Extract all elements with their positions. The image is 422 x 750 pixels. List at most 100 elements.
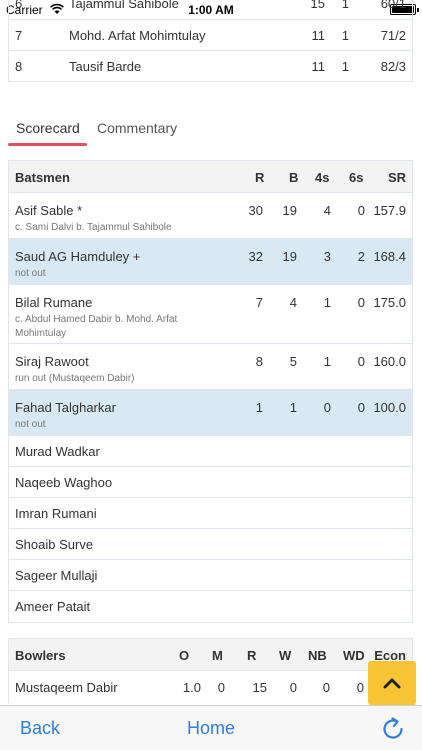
batsman-name: Murad Wadkar: [15, 444, 100, 459]
header-maidens: M: [212, 648, 223, 663]
bowler-overs: 1.0: [182, 680, 201, 695]
fow-player: Tajammul Sahibole: [69, 0, 179, 11]
batsman-name: Ameer Patait: [15, 599, 91, 614]
home-button-wrapper: Home: [0, 718, 422, 739]
batsman-row[interactable]: Siraj Rawoot run out (Mustaqeem Dabir) 8…: [9, 344, 412, 390]
batsman-balls: 5: [289, 354, 297, 369]
batsman-strike-rate: 175.0: [373, 295, 406, 310]
active-tab-indicator: [8, 143, 87, 146]
table-row: 6 Tajammul Sahibole 15 1 60/1: [9, 0, 412, 20]
batsman-row[interactable]: Fahad Talgharkar not out 1 1 0 0 100.0: [9, 390, 412, 436]
batsman-name: Sageer Mullaji: [15, 568, 98, 583]
bowler-runs: 15: [252, 680, 267, 695]
batsman-sixes: 0: [357, 400, 365, 415]
fow-wicket: 1: [341, 0, 349, 11]
header-runs: R: [255, 170, 265, 185]
table-row: 7 Mohd. Arfat Mohimtulay 11 1 71/2: [9, 20, 412, 51]
batsman-sixes: 2: [357, 249, 365, 264]
batsman-name: Saud AG Hamduley +: [15, 249, 141, 264]
fow-over: 11: [311, 59, 326, 74]
fow-player: Mohd. Arfat Mohimtulay: [69, 28, 206, 43]
header-bowlers: Bowlers: [15, 648, 66, 663]
chevron-up-icon: [383, 678, 401, 689]
header-runs-conceded: R: [247, 648, 257, 663]
fow-number: 7: [15, 28, 23, 43]
bowling-table: Bowlers O M R W NB WD Econ Mustaqeem Dab…: [8, 638, 413, 703]
batsman-sixes: 0: [357, 295, 365, 310]
dismissal-text: c. Abdul Hamed Dabir b. Mohd. Arfat Mohi…: [15, 314, 178, 339]
batsman-runs: 7: [255, 295, 263, 310]
did-not-bat-row[interactable]: Naqeeb Waghoo: [9, 467, 412, 498]
batsman-name: Shoaib Surve: [15, 537, 94, 552]
did-not-bat-row[interactable]: Sageer Mullaji: [9, 560, 412, 591]
batsman-row[interactable]: Asif Sable * c. Sami Dalvi b. Tajammul S…: [9, 193, 412, 239]
fow-over: 15: [310, 0, 325, 11]
fow-player: Tausif Barde: [69, 59, 142, 74]
home-button[interactable]: Home: [187, 718, 235, 738]
fall-of-wickets-table: 6 Tajammul Sahibole 15 1 60/1 7 Mohd. Ar…: [8, 0, 413, 82]
header-sixes: 6s: [349, 170, 364, 185]
table-row: 8 Tausif Barde 11 1 82/3: [9, 51, 412, 82]
batsman-sixes: 0: [357, 354, 365, 369]
did-not-bat-row[interactable]: Ameer Patait: [9, 591, 412, 622]
did-not-bat-row[interactable]: Imran Rumani: [9, 498, 412, 529]
batsman-name: Naqeeb Waghoo: [15, 475, 113, 490]
batsman-strike-rate: 160.0: [373, 354, 406, 369]
dismissal-text: run out (Mustaqeem Dabir): [15, 373, 135, 384]
header-wides: WD: [343, 648, 365, 663]
bowler-name: Mustaqeem Dabir: [15, 680, 118, 695]
bowler-row[interactable]: Mustaqeem Dabir 1.0 0 15 0 0 0: [9, 671, 412, 703]
batsman-name: Siraj Rawoot: [15, 354, 89, 369]
tab-commentary[interactable]: Commentary: [97, 120, 177, 136]
batsman-fours: 3: [323, 249, 331, 264]
batsman-balls: 4: [289, 295, 297, 310]
did-not-bat-row[interactable]: Shoaib Surve: [9, 529, 412, 560]
batsman-fours: 4: [323, 203, 331, 218]
batsman-name: Fahad Talgharkar: [15, 400, 116, 415]
fow-wicket: 1: [341, 28, 349, 43]
batsman-runs: 1: [255, 400, 263, 415]
did-not-bat-row[interactable]: Murad Wadkar: [9, 436, 412, 467]
batting-table: Batsmen R B 4s 6s SR Asif Sable * c. Sam…: [8, 160, 413, 623]
header-strike-rate: SR: [387, 170, 406, 185]
header-balls: B: [289, 170, 299, 185]
batsman-strike-rate: 157.9: [373, 203, 406, 218]
bowler-wickets: 0: [289, 680, 297, 695]
fow-over: 11: [311, 28, 326, 43]
batting-header-row: Batsmen R B 4s 6s SR: [9, 161, 412, 193]
batsman-row[interactable]: Bilal Rumane c. Abdul Hamed Dabir b. Moh…: [9, 285, 412, 344]
batsman-name: Bilal Rumane: [15, 295, 93, 310]
fow-score: 60/1: [380, 0, 406, 11]
bowler-maidens: 0: [217, 680, 225, 695]
batsman-fours: 0: [323, 400, 331, 415]
fow-number: 8: [15, 59, 23, 74]
fow-score: 82/3: [380, 59, 406, 74]
fow-score: 71/2: [380, 28, 406, 43]
batsman-balls: 1: [289, 400, 297, 415]
batsman-fours: 1: [323, 354, 331, 369]
header-batsmen: Batsmen: [15, 170, 70, 185]
fow-wicket: 1: [341, 59, 349, 74]
dismissal-text: c. Sami Dalvi b. Tajammul Sahibole: [15, 222, 172, 233]
batsman-sixes: 0: [357, 203, 365, 218]
refresh-icon[interactable]: [381, 717, 405, 741]
batsman-balls: 19: [282, 203, 297, 218]
batsman-strike-rate: 100.0: [373, 400, 406, 415]
header-wickets: W: [279, 648, 292, 663]
batsman-runs: 8: [255, 354, 263, 369]
back-button[interactable]: Back: [20, 718, 60, 739]
bowler-wides: 0: [356, 680, 364, 695]
bowling-header-row: Bowlers O M R W NB WD Econ: [9, 639, 412, 671]
header-no-balls: NB: [308, 648, 327, 663]
header-fours: 4s: [315, 170, 330, 185]
batsman-name: Asif Sable *: [15, 203, 83, 218]
tab-scorecard[interactable]: Scorecard: [16, 120, 80, 136]
scroll-top-button[interactable]: [368, 661, 416, 705]
batsman-name: Imran Rumani: [15, 506, 97, 521]
dismissal-text: not out: [15, 268, 46, 279]
batsman-balls: 19: [282, 249, 297, 264]
bottom-toolbar: Back Home: [0, 705, 422, 750]
batsman-strike-rate: 168.4: [373, 249, 406, 264]
bowler-no-balls: 0: [322, 680, 330, 695]
batsman-row[interactable]: Saud AG Hamduley + not out 32 19 3 2 168…: [9, 239, 412, 285]
